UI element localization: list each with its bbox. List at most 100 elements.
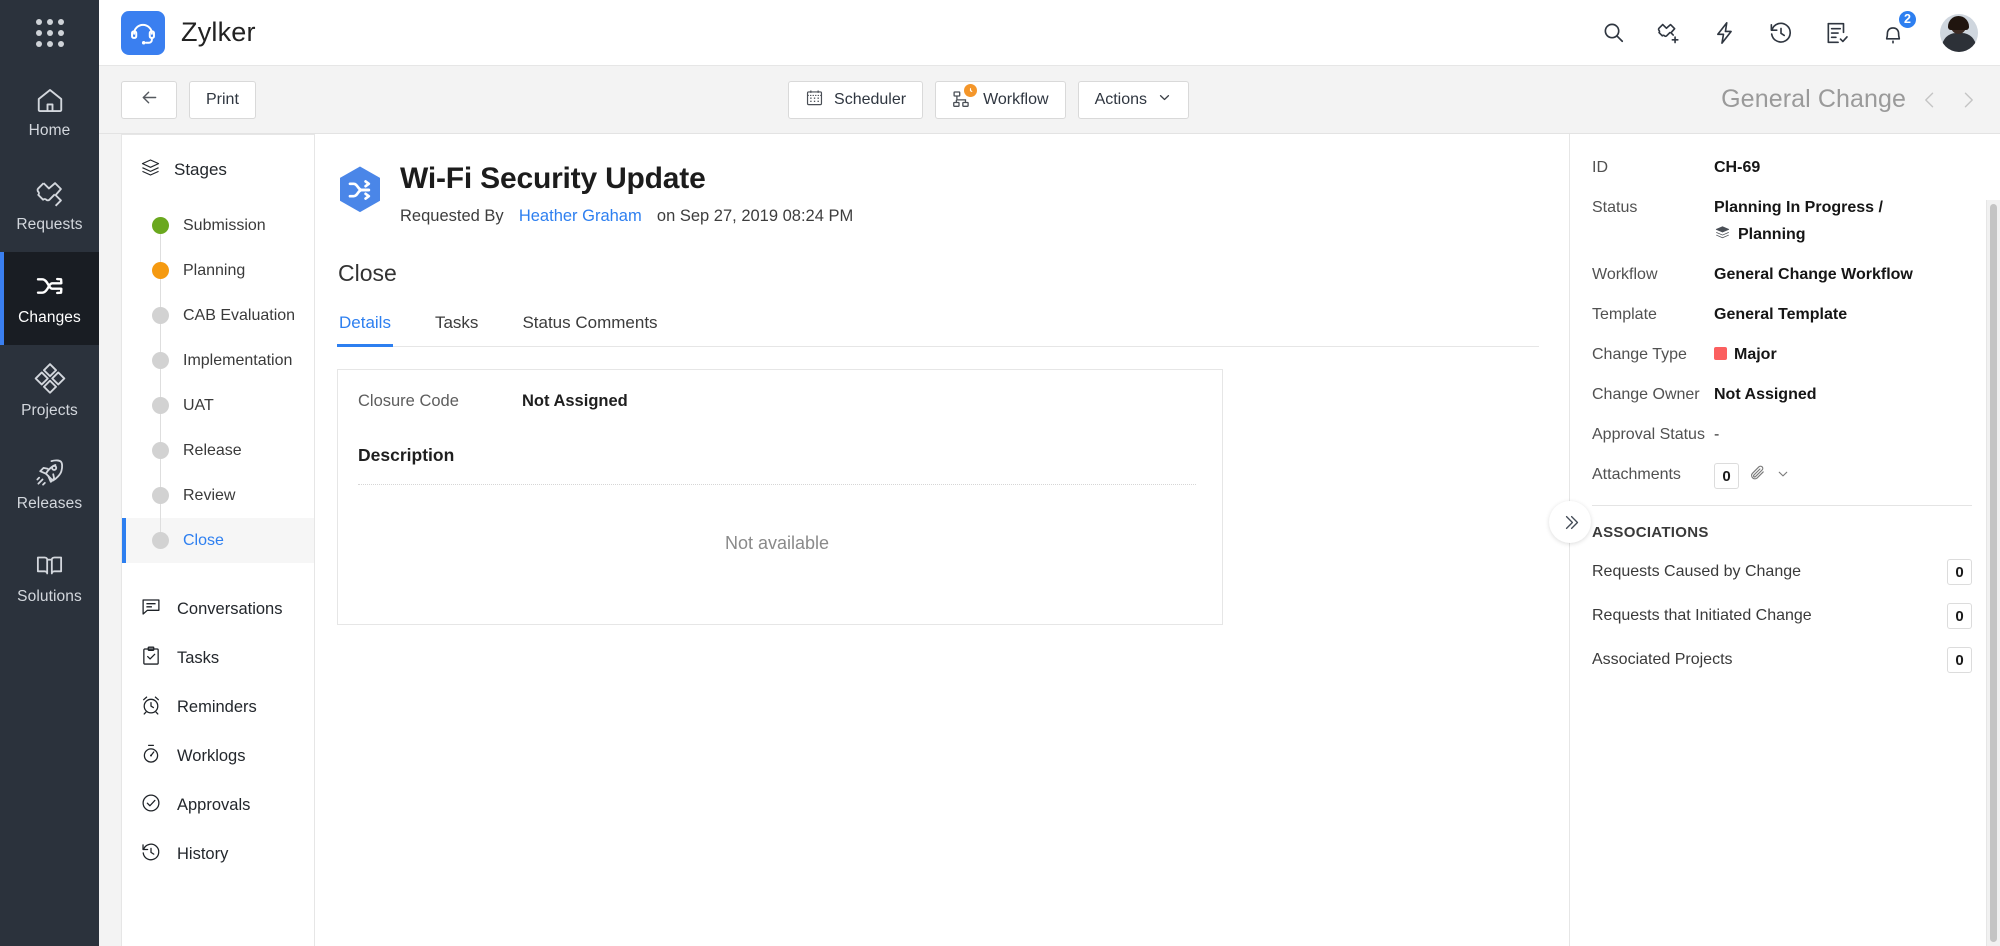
- app-window: Home Requests Changes Projects Releases …: [0, 0, 2000, 946]
- tab-details[interactable]: Details: [337, 313, 393, 347]
- chevron-down-icon: [1157, 90, 1172, 110]
- record-meta: Requested By Heather Graham on Sep 27, 2…: [400, 207, 853, 226]
- workflow-status-dot: [964, 84, 978, 97]
- sidebar-item-worklogs[interactable]: Worklogs: [122, 732, 314, 781]
- page-title: Wi-Fi Security Update: [400, 162, 706, 195]
- property-label: Attachments: [1592, 466, 1681, 483]
- tab-status-comments[interactable]: Status Comments: [520, 313, 659, 346]
- scrollbar-thumb[interactable]: [1990, 204, 1997, 942]
- attachments-count[interactable]: 0: [1714, 463, 1739, 489]
- change-type-swatch: [1714, 347, 1727, 360]
- stage-item-submission[interactable]: Submission: [122, 203, 314, 248]
- panel-divider: [1592, 505, 1972, 506]
- rail-item-requests[interactable]: Requests: [0, 159, 99, 252]
- attachments-control: 0: [1714, 463, 1790, 489]
- association-label: Associated Projects: [1592, 651, 1733, 668]
- record-tabs: Details Tasks Status Comments: [337, 313, 1539, 347]
- task-list-icon[interactable]: [1822, 18, 1852, 48]
- prev-record-button[interactable]: [1916, 89, 1944, 111]
- scheduler-button[interactable]: Scheduler: [788, 80, 924, 119]
- requester-link[interactable]: Heather Graham: [519, 207, 642, 225]
- property-label: Change Type: [1592, 346, 1687, 363]
- closure-code-row: Closure Code Not Assigned: [358, 392, 1196, 411]
- association-count[interactable]: 0: [1947, 603, 1972, 629]
- user-avatar[interactable]: [1940, 13, 1978, 52]
- closure-code-value[interactable]: Not Assigned: [522, 392, 628, 411]
- association-count[interactable]: 0: [1947, 647, 1972, 673]
- paperclip-icon[interactable]: [1748, 464, 1767, 488]
- main-region: Zylker 2 Print Scheduler Workflow Action…: [99, 0, 2000, 946]
- status-stage: Planning: [1714, 223, 1883, 247]
- alarm-clock-icon: [140, 694, 162, 721]
- next-record-button[interactable]: [1954, 89, 1982, 111]
- record-breadcrumb: General Change: [1721, 85, 1982, 114]
- flash-icon[interactable]: [1710, 18, 1740, 48]
- rail-item-home[interactable]: Home: [0, 66, 99, 159]
- stage-label: Release: [183, 441, 242, 459]
- rail-label: Requests: [16, 216, 83, 233]
- check-circle-icon: [140, 792, 162, 819]
- rail-item-changes[interactable]: Changes: [0, 252, 99, 345]
- sidebar-item-history[interactable]: History: [122, 830, 314, 879]
- brand[interactable]: Zylker: [121, 10, 256, 55]
- sidebar-item-reminders[interactable]: Reminders: [122, 683, 314, 732]
- back-button[interactable]: [121, 80, 177, 119]
- chevron-down-icon[interactable]: [1776, 467, 1790, 486]
- stage-item-cab-evaluation[interactable]: CAB Evaluation: [122, 293, 314, 338]
- search-icon[interactable]: [1598, 18, 1628, 48]
- sidebar-item-conversations[interactable]: Conversations: [122, 585, 314, 634]
- actions-button[interactable]: Actions: [1077, 80, 1190, 119]
- stage-dot: [152, 217, 169, 234]
- breadcrumb-title: General Change: [1721, 85, 1906, 113]
- current-stage-title: Close: [338, 259, 397, 286]
- rail-item-solutions[interactable]: Solutions: [0, 531, 99, 624]
- stage-item-release[interactable]: Release: [122, 428, 314, 473]
- stage-item-planning[interactable]: Planning: [122, 248, 314, 293]
- association-count[interactable]: 0: [1947, 559, 1972, 585]
- stage-dot: [152, 487, 169, 504]
- projects-icon: [34, 363, 66, 395]
- tab-tasks[interactable]: Tasks: [433, 313, 480, 346]
- ticket-icon: [34, 177, 66, 209]
- add-ticket-icon[interactable]: [1654, 18, 1684, 48]
- stage-item-uat[interactable]: UAT: [122, 383, 314, 428]
- stage-item-close[interactable]: Close: [122, 518, 314, 563]
- header-actions: 2: [1598, 8, 1978, 52]
- sidebar-label: Tasks: [177, 649, 220, 667]
- print-button[interactable]: Print: [189, 80, 256, 119]
- property-value: Not Assigned: [1714, 386, 1817, 403]
- rail-item-projects[interactable]: Projects: [0, 345, 99, 438]
- property-value: Planning In Progress /: [1714, 199, 1883, 216]
- association-label: Requests Caused by Change: [1592, 563, 1802, 580]
- stage-item-review[interactable]: Review: [122, 473, 314, 518]
- association-row-associated-projects: Associated Projects 0: [1592, 647, 1972, 673]
- chevron-double-right-icon[interactable]: [1549, 501, 1591, 543]
- page-scrollbar[interactable]: [1986, 200, 2000, 946]
- history-icon[interactable]: [1766, 18, 1796, 48]
- app-grid-button[interactable]: [0, 0, 99, 66]
- stage-label: Implementation: [183, 351, 293, 369]
- stage-item-implementation[interactable]: Implementation: [122, 338, 314, 383]
- property-value: General Change Workflow: [1714, 266, 1913, 283]
- description-label: Description: [358, 444, 455, 465]
- association-row-requests-caused: Requests Caused by Change 0: [1592, 559, 1972, 585]
- rail-item-releases[interactable]: Releases: [0, 438, 99, 531]
- sidebar-item-tasks[interactable]: Tasks: [122, 634, 314, 683]
- conversation-icon: [140, 596, 162, 623]
- scheduler-label: Scheduler: [834, 90, 907, 108]
- bell-icon[interactable]: 2: [1878, 8, 1918, 48]
- sidebar-item-approvals[interactable]: Approvals: [122, 781, 314, 830]
- stages-title: Stages: [174, 160, 227, 179]
- stages-sidebar: Stages Submission Planning CAB Evaluatio…: [99, 134, 315, 946]
- workflow-button[interactable]: Workflow: [935, 80, 1066, 119]
- rail-label: Projects: [21, 402, 78, 419]
- notification-badge: 2: [1897, 8, 1918, 30]
- brand-name: Zylker: [181, 17, 256, 47]
- rail-label: Releases: [16, 494, 83, 512]
- property-label: Workflow: [1592, 266, 1658, 283]
- requested-on: on Sep 27, 2019 08:24 PM: [656, 206, 854, 225]
- layers-icon: [1714, 224, 1731, 246]
- sidebar-label: History: [177, 845, 229, 863]
- workflow-icon: [952, 84, 978, 110]
- change-hex-icon: [337, 165, 383, 217]
